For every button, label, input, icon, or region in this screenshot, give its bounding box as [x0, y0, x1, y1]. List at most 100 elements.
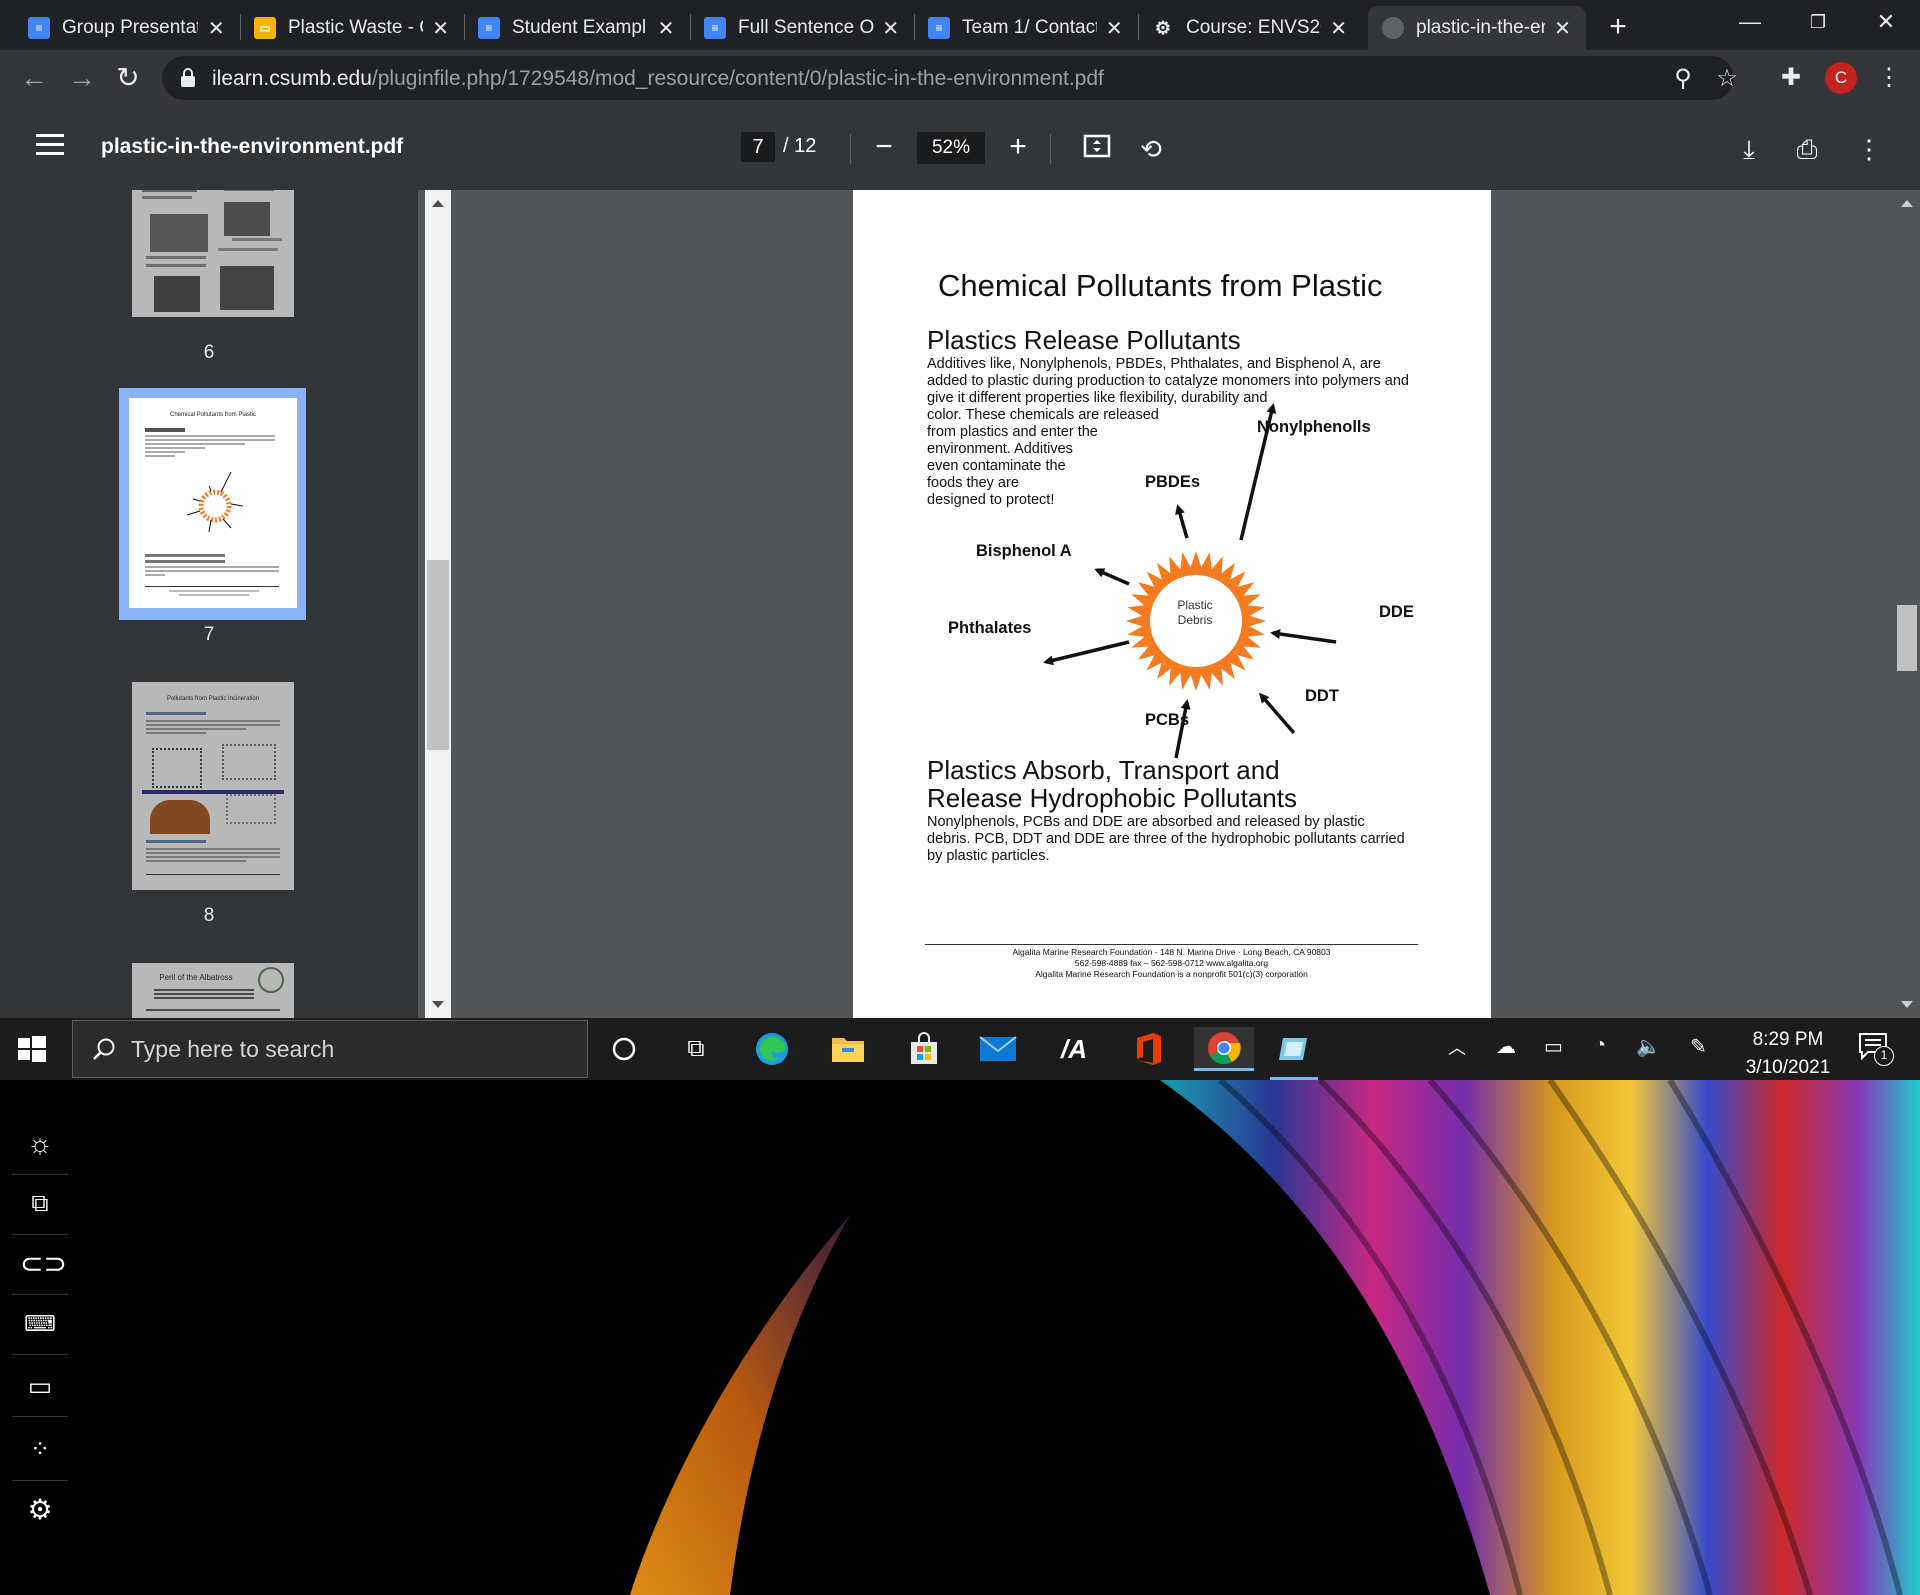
notification-center-icon[interactable]: 1 [1858, 1032, 1894, 1066]
rail-divider [12, 1354, 68, 1355]
back-arrow-icon[interactable]: ← [14, 58, 54, 98]
laptop-icon[interactable]: ▭ [20, 1366, 60, 1406]
thumbnail-page-9[interactable]: Peril of the Albatross [132, 963, 294, 1018]
address-bar[interactable]: ilearn.csumb.edu/pluginfile.php/1729548/… [162, 56, 1738, 100]
print-icon[interactable]: ⎙ [1790, 132, 1824, 166]
url-host: ilearn.csumb.edu [212, 67, 372, 90]
scroll-up-arrow-icon[interactable] [1901, 200, 1913, 207]
reload-icon[interactable]: ↻ [108, 58, 148, 98]
rotate-icon[interactable]: ⟲ [1134, 132, 1168, 166]
zoom-level-input[interactable]: 52% [917, 132, 985, 164]
zoom-out-icon[interactable]: − [868, 132, 900, 164]
wifi-icon[interactable]: ◔ [1594, 1034, 1606, 1057]
page-number-input[interactable]: 7 [741, 132, 775, 162]
close-icon[interactable]: ✕ [206, 16, 226, 41]
close-icon[interactable]: ✕ [1329, 16, 1348, 41]
thumbnail-page-7[interactable]: Chemical Pollutants from Plastic [129, 398, 297, 608]
mail-icon[interactable] [972, 1027, 1024, 1071]
window-close-icon[interactable]: ✕ [1852, 0, 1920, 44]
tab-group-presentation[interactable]: ≡ Group Presentat ✕ [14, 6, 240, 50]
lock-icon [181, 68, 195, 87]
pen-ink-icon[interactable]: ✎ [1690, 1034, 1707, 1059]
windows-start-icon[interactable] [14, 1032, 48, 1066]
scroll-up-arrow-icon[interactable] [432, 200, 444, 207]
restore-icon[interactable]: ❐ [1784, 0, 1852, 44]
body-line: debris. PCB, DDT and DDE are three of th… [927, 831, 1405, 847]
cortana-icon[interactable] [598, 1027, 650, 1071]
rail-divider [12, 1234, 68, 1235]
chrome-icon[interactable] [1194, 1027, 1254, 1071]
profile-avatar[interactable]: C [1825, 62, 1857, 94]
main-scroll-thumb[interactable] [1897, 605, 1917, 671]
label-pbdes: PBDEs [1145, 473, 1201, 491]
show-hidden-icons-chevron-icon[interactable]: ︿ [1448, 1034, 1466, 1060]
desktop-wallpaper [630, 1080, 1920, 1595]
scroll-down-arrow-icon[interactable] [1901, 1001, 1913, 1008]
zoom-in-icon[interactable]: + [1002, 132, 1034, 164]
apps-grid-icon[interactable]: ⁘ [20, 1430, 60, 1470]
autodesk-app-icon[interactable]: /A [1048, 1027, 1100, 1071]
fit-to-page-icon[interactable] [1080, 132, 1114, 166]
microsoft-store-icon[interactable] [898, 1027, 950, 1071]
tab-course-envs[interactable]: ⚙ Course: ENVS20 ✕ [1138, 6, 1362, 50]
browser-toolbar: ← → ↻ ilearn.csumb.edu/pluginfile.php/17… [0, 50, 1920, 106]
battery-icon[interactable]: ▭ [1544, 1034, 1563, 1059]
footer-line: Algalita Marine Research Foundation is a… [1035, 969, 1308, 979]
label-nonylphenols: Nonylphenolls [1257, 418, 1371, 436]
sidebar-scroll-thumb[interactable] [427, 560, 449, 750]
new-tab-plus-icon[interactable]: + [1600, 10, 1636, 46]
close-icon[interactable]: ✕ [882, 16, 900, 41]
pdf-toolbar: plastic-in-the-environment.pdf 7 / 12 − … [0, 106, 1920, 190]
browser-menu-icon[interactable]: ⋮ [1874, 63, 1904, 93]
tab-plastic-in-the-environment[interactable]: plastic-in-the-en ✕ [1368, 6, 1586, 50]
close-icon[interactable]: ✕ [1553, 16, 1572, 41]
forward-arrow-icon[interactable]: → [62, 58, 102, 98]
center-label-line: Debris [1177, 613, 1213, 627]
notes-app-icon[interactable] [1268, 1027, 1320, 1071]
thumbnail-number: 7 [203, 624, 215, 645]
zoom-magnifier-icon[interactable]: ⚲ [1668, 64, 1698, 94]
tab-team-contact[interactable]: ≡ Team 1/ Contact ✕ [914, 6, 1138, 50]
edge-browser-icon[interactable] [746, 1027, 798, 1071]
clock[interactable]: 8:29 PM 3/10/2021 [1718, 1026, 1858, 1082]
brightness-sun-icon[interactable]: ☼ [20, 1124, 60, 1164]
page-total: / 12 [783, 135, 817, 157]
google-slides-icon: ▭ [254, 17, 276, 39]
settings-gear-icon[interactable]: ⚙ [20, 1490, 60, 1530]
taskbar-search-box[interactable]: Type here to search [72, 1020, 588, 1078]
tab-label: Group Presentat [62, 17, 199, 38]
minimize-icon[interactable]: — [1716, 0, 1784, 44]
burst-center-label: Plastic Debris [1167, 598, 1223, 628]
onedrive-cloud-icon[interactable]: ☁ [1496, 1034, 1516, 1059]
more-options-icon[interactable]: ⋮ [1852, 132, 1886, 166]
notification-count-badge: 1 [1874, 1046, 1894, 1066]
keyboard-icon[interactable]: ⌨ [20, 1304, 60, 1344]
screen-snip-icon[interactable]: ⧉ [20, 1184, 60, 1224]
url-text: ilearn.csumb.edu/pluginfile.php/1729548/… [212, 67, 1104, 91]
rail-divider [12, 1480, 68, 1481]
office-icon[interactable] [1122, 1027, 1174, 1071]
tab-label: Full Sentence Ou [738, 17, 874, 38]
bookmark-star-icon[interactable]: ☆ [1712, 64, 1742, 94]
main-scrollbar[interactable] [1894, 190, 1920, 1018]
task-view-icon[interactable]: ⧉ [670, 1027, 722, 1071]
download-icon[interactable]: ⤓ [1732, 132, 1766, 166]
pdf-file-name: plastic-in-the-environment.pdf [101, 135, 404, 158]
scroll-down-arrow-icon[interactable] [432, 1001, 444, 1008]
thumbnail-page-6[interactable] [132, 190, 294, 317]
tab-student-example[interactable]: ≡ Student Exampl ✕ [464, 6, 690, 50]
extensions-puzzle-icon[interactable]: ✚ [1776, 63, 1806, 93]
link-icon[interactable]: ⊂⊃ [20, 1244, 67, 1284]
close-icon[interactable]: ✕ [656, 16, 676, 41]
label-bisphenol-a: Bisphenol A [976, 542, 1072, 560]
file-explorer-icon[interactable] [822, 1027, 874, 1071]
tab-plastic-waste[interactable]: ▭ Plastic Waste - C ✕ [240, 6, 464, 50]
volume-icon[interactable]: 🔈 [1636, 1034, 1661, 1059]
close-icon[interactable]: ✕ [431, 16, 450, 41]
sidebar-scrollbar[interactable] [425, 190, 451, 1018]
thumbnail-page-8[interactable]: Pollutants from Plastic Incineration [132, 682, 294, 890]
close-icon[interactable]: ✕ [1105, 16, 1124, 41]
hamburger-menu-icon[interactable] [36, 134, 64, 158]
tab-full-sentence[interactable]: ≡ Full Sentence Ou ✕ [690, 6, 914, 50]
thumbnail-title: Peril of the Albatross [159, 973, 233, 982]
